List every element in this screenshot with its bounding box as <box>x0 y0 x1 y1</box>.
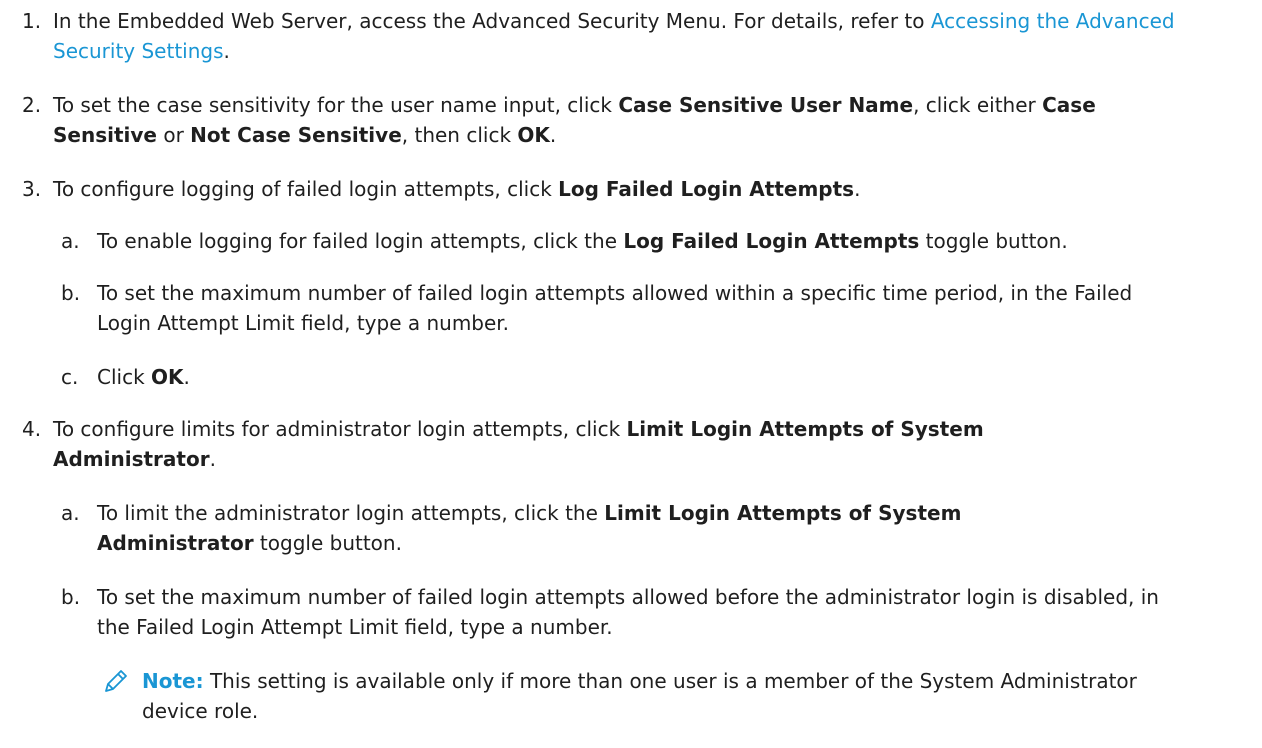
step-text: To configure limits for administrator lo… <box>53 417 984 471</box>
substep-letter: a. <box>61 501 80 525</box>
substep-text: To enable logging for failed login attem… <box>97 229 1068 253</box>
step-text: In the Embedded Web Server, access the A… <box>53 9 1175 63</box>
substep-text: Click OK. <box>97 365 190 389</box>
note-text: Note: This setting is available only if … <box>142 669 1137 723</box>
substep-letter: b. <box>61 585 81 609</box>
pencil-icon <box>105 670 127 692</box>
note-label: Note: <box>142 669 204 693</box>
step-text: To set the case sensitivity for the user… <box>53 93 1096 147</box>
step-text: To configure logging of failed login att… <box>53 177 861 201</box>
substep-letter: a. <box>61 229 80 253</box>
substep-text: To limit the administrator login attempt… <box>97 501 962 555</box>
substep-text: To set the maximum number of failed logi… <box>97 585 1159 639</box>
substep-letter: c. <box>61 365 79 389</box>
substep-letter: b. <box>61 281 81 305</box>
substep-text: To set the maximum number of failed logi… <box>97 281 1133 335</box>
